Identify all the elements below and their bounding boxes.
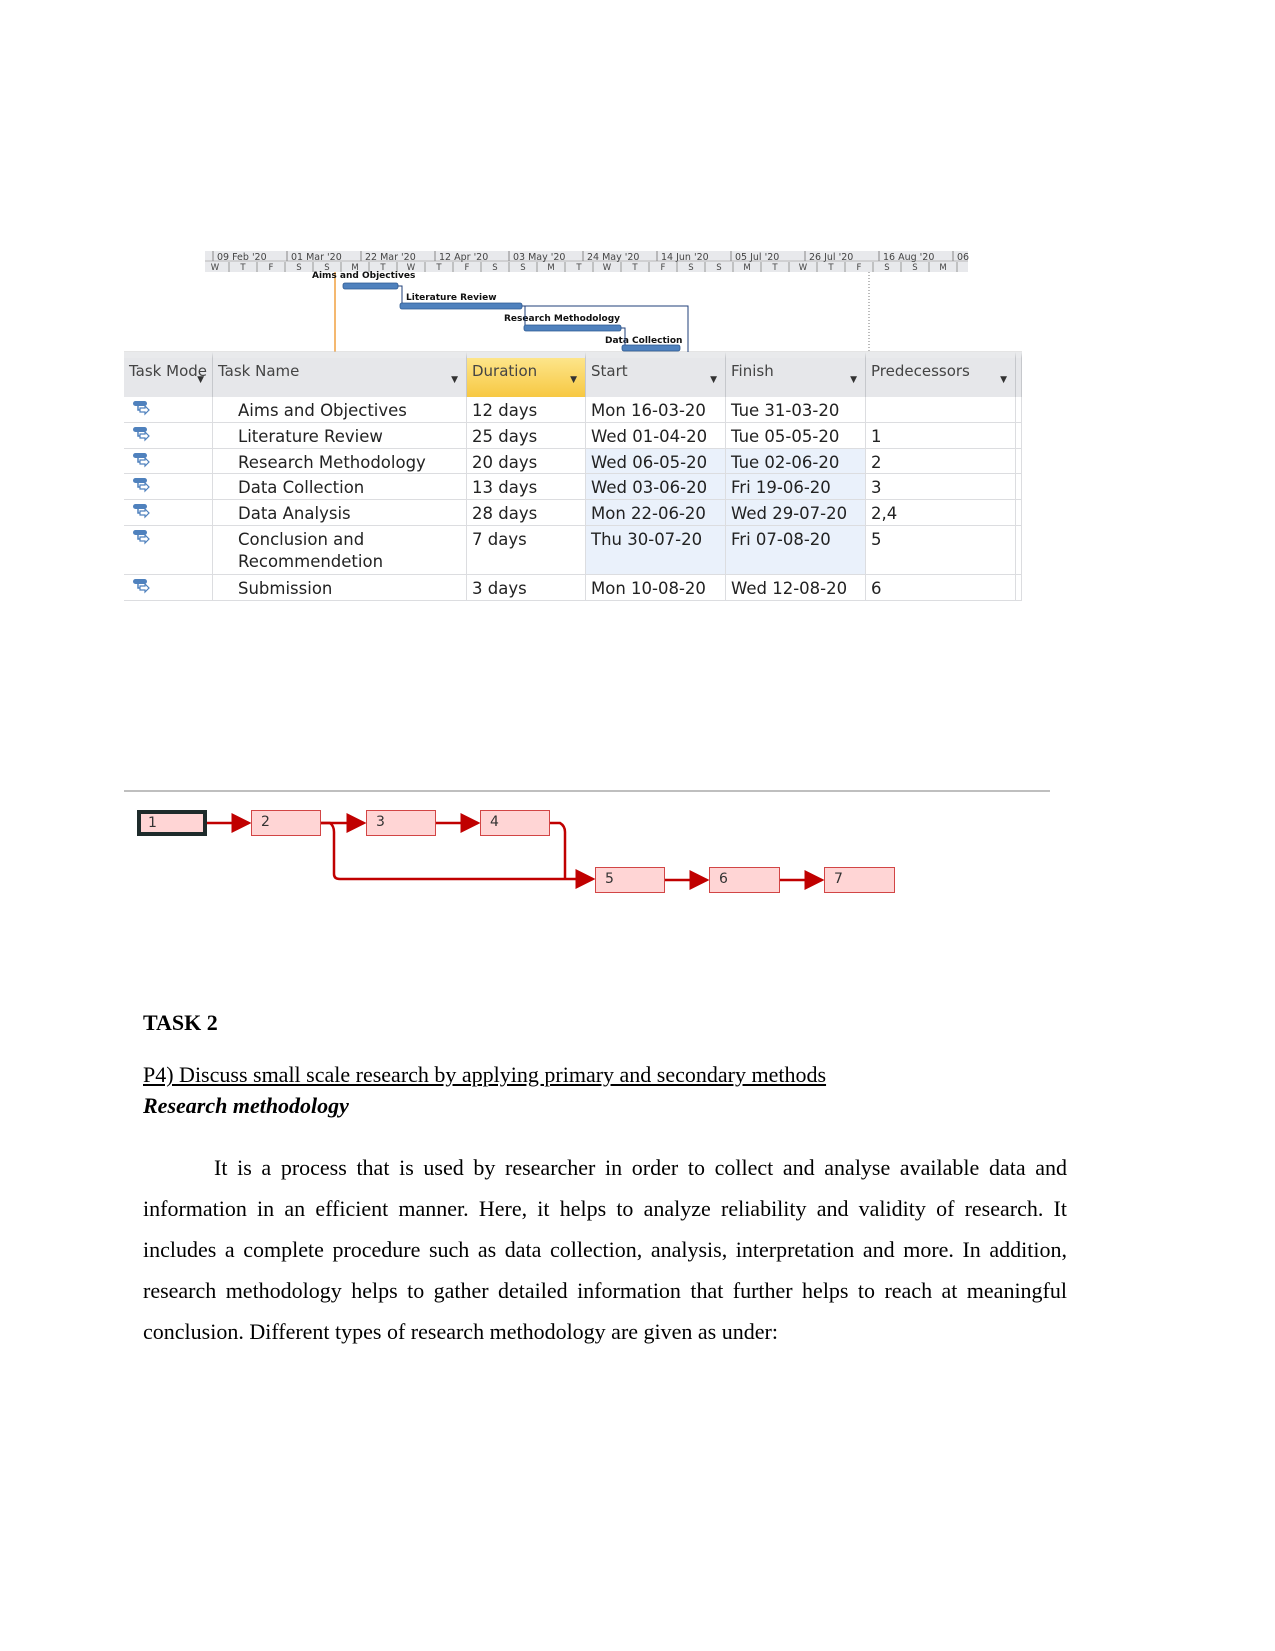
network-node-1[interactable]: 1 (137, 810, 207, 836)
task-heading: TASK 2 (143, 1010, 218, 1035)
p4-heading: P4) Discuss small scale research by appl… (143, 1062, 827, 1087)
network-node-4[interactable]: 4 (480, 810, 550, 836)
network-node-3[interactable]: 3 (366, 810, 436, 836)
link-2-5 (321, 821, 596, 889)
section-subheading: Research methodology (143, 1093, 349, 1118)
node-label: 4 (490, 814, 499, 830)
link-4-5 (550, 821, 567, 879)
node-label: 7 (834, 871, 843, 887)
node-label: 3 (376, 814, 385, 830)
network-links (207, 813, 825, 890)
network-node-6[interactable]: 6 (709, 867, 780, 893)
network-node-2[interactable]: 2 (251, 810, 321, 836)
body-paragraph: It is a process that is used by research… (143, 1155, 1067, 1344)
network-node-7[interactable]: 7 (824, 867, 895, 893)
node-label: 1 (148, 815, 157, 831)
network-node-5[interactable]: 5 (595, 867, 665, 893)
node-label: 2 (261, 814, 270, 830)
node-label: 5 (605, 871, 614, 887)
node-label: 6 (719, 871, 728, 887)
